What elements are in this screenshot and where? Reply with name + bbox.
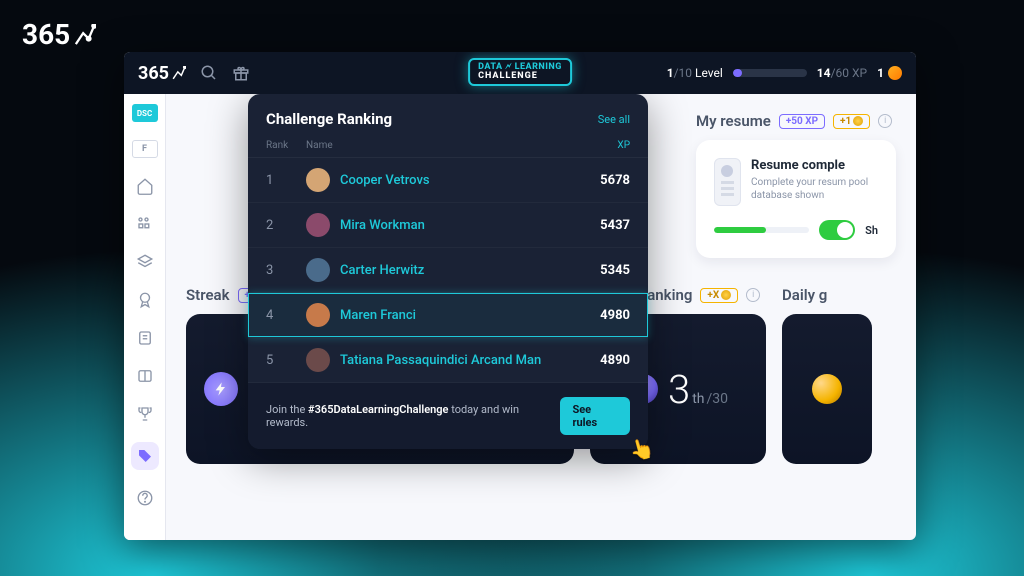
avatar bbox=[306, 303, 330, 327]
row-rank: 5 bbox=[266, 353, 306, 368]
bolt-icon bbox=[204, 372, 238, 406]
main-content: My resume +50 XP +1 i Resume comple Comp… bbox=[166, 94, 916, 540]
section-title-resume: My resume bbox=[696, 112, 771, 130]
streak-indicator: 1 bbox=[877, 66, 902, 80]
avatar bbox=[306, 348, 330, 372]
ranking-row[interactable]: 4 Maren Franci 4980 bbox=[248, 293, 648, 338]
xp-pill: +50 XP bbox=[779, 114, 825, 129]
coin-pill: +X bbox=[700, 288, 738, 303]
grid-icon bbox=[136, 215, 154, 233]
xp-indicator: 14/60 XP bbox=[817, 66, 867, 80]
sidebar-item-trophy[interactable] bbox=[135, 404, 155, 424]
gift-icon[interactable] bbox=[232, 64, 250, 82]
ranking-row[interactable]: 2 Mira Workman 5437 bbox=[248, 203, 648, 248]
sidebar-item-home[interactable] bbox=[135, 176, 155, 196]
resume-progress bbox=[714, 227, 809, 233]
col-xp: XP bbox=[580, 140, 630, 151]
resume-section: My resume +50 XP +1 i Resume comple Comp… bbox=[696, 112, 896, 258]
daily-card bbox=[782, 314, 872, 464]
resume-card: Resume comple Complete your resum pool d… bbox=[696, 140, 896, 258]
ranking-row[interactable]: 1 Cooper Vetrovs 5678 bbox=[248, 158, 648, 203]
row-rank: 2 bbox=[266, 218, 306, 233]
help-icon bbox=[136, 489, 154, 507]
info-icon[interactable]: i bbox=[746, 288, 760, 302]
app-logo[interactable]: 365 bbox=[138, 63, 186, 84]
daily-orb-icon bbox=[812, 374, 842, 404]
brand-logo-outer: 365 bbox=[22, 18, 96, 51]
topbar: 365 DATA 🗲 LEARNING CHALLENGE 1/10 Level… bbox=[124, 52, 916, 94]
ranking-row[interactable]: 5 Tatiana Passaquindici Arcand Man 4890 bbox=[248, 338, 648, 383]
toggle-label: Sh bbox=[865, 224, 878, 237]
see-rules-button[interactable]: See rules bbox=[560, 397, 630, 435]
section-title-daily: Daily g bbox=[782, 286, 827, 304]
ranking-title: Challenge Ranking bbox=[266, 110, 392, 128]
challenge-badge[interactable]: DATA 🗲 LEARNING CHALLENGE bbox=[468, 58, 572, 86]
level-indicator: 1/10 Level bbox=[667, 66, 723, 80]
layers-icon bbox=[136, 253, 154, 271]
topbar-stats: 1/10 Level 14/60 XP 1 bbox=[667, 66, 902, 80]
sidebar: DSC F bbox=[124, 94, 166, 540]
sidebar-item-tag[interactable] bbox=[131, 442, 159, 470]
row-xp: 4980 bbox=[580, 308, 630, 323]
tag-icon bbox=[137, 448, 153, 464]
resume-thumbnail bbox=[714, 158, 741, 206]
resume-card-desc: Complete your resum pool database shown bbox=[751, 176, 878, 202]
row-rank: 3 bbox=[266, 263, 306, 278]
daily-section: Daily g bbox=[782, 286, 872, 464]
level-progress bbox=[733, 69, 807, 77]
logo-mark-icon bbox=[74, 24, 96, 46]
col-name: Name bbox=[306, 140, 580, 151]
row-xp: 5345 bbox=[580, 263, 630, 278]
row-name[interactable]: Maren Franci bbox=[340, 308, 580, 323]
see-all-link[interactable]: See all bbox=[598, 113, 630, 126]
bolt-icon bbox=[888, 66, 902, 80]
sidebar-item-layers[interactable] bbox=[135, 252, 155, 272]
notes-icon bbox=[136, 329, 154, 347]
coin-pill: +1 bbox=[833, 114, 870, 129]
row-name[interactable]: Mira Workman bbox=[340, 218, 580, 233]
ranking-row[interactable]: 3 Carter Herwitz 5345 bbox=[248, 248, 648, 293]
ranking-panel: Challenge Ranking See all Rank Name XP 1… bbox=[248, 94, 648, 449]
award-icon bbox=[136, 291, 154, 309]
section-title-streak: Streak bbox=[186, 286, 230, 304]
trophy-icon bbox=[136, 405, 154, 423]
sidebar-item-help[interactable] bbox=[135, 488, 155, 508]
book-icon bbox=[136, 367, 154, 385]
row-xp: 5437 bbox=[580, 218, 630, 233]
row-name[interactable]: Tatiana Passaquindici Arcand Man bbox=[340, 353, 580, 368]
resume-toggle[interactable] bbox=[819, 220, 855, 240]
weekly-rank: 3 bbox=[668, 366, 690, 413]
row-rank: 1 bbox=[266, 173, 306, 188]
sidebar-item-notes[interactable] bbox=[135, 328, 155, 348]
home-icon bbox=[136, 177, 154, 195]
avatar bbox=[306, 168, 330, 192]
app-window: 365 DATA 🗲 LEARNING CHALLENGE 1/10 Level… bbox=[124, 52, 916, 540]
row-rank: 4 bbox=[266, 308, 306, 323]
ranking-footer-text: Join the #365DataLearningChallenge today… bbox=[266, 403, 560, 429]
sidebar-badge-dsc[interactable]: DSC bbox=[132, 104, 158, 122]
logo-mark-icon bbox=[172, 66, 186, 80]
sidebar-item-apps[interactable] bbox=[135, 214, 155, 234]
sidebar-item-badge[interactable] bbox=[135, 290, 155, 310]
row-xp: 4890 bbox=[580, 353, 630, 368]
row-name[interactable]: Cooper Vetrovs bbox=[340, 173, 580, 188]
avatar bbox=[306, 258, 330, 282]
sidebar-badge-f[interactable]: F bbox=[132, 140, 158, 158]
avatar bbox=[306, 213, 330, 237]
search-icon[interactable] bbox=[200, 64, 218, 82]
resume-card-title: Resume comple bbox=[751, 158, 878, 173]
sidebar-item-courses[interactable] bbox=[135, 366, 155, 386]
info-icon[interactable]: i bbox=[878, 114, 892, 128]
row-xp: 5678 bbox=[580, 173, 630, 188]
row-name[interactable]: Carter Herwitz bbox=[340, 263, 580, 278]
col-rank: Rank bbox=[266, 140, 306, 151]
